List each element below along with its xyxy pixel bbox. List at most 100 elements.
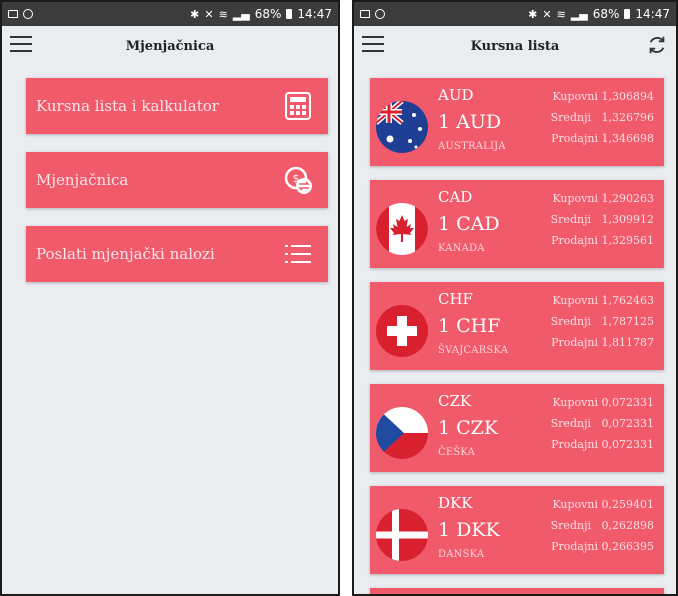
wifi-icon: ≋: [218, 7, 228, 21]
status-bar: ✱ ✕ ≋ ▂▄ 68% 14:47: [354, 2, 676, 26]
hamburger-menu-icon[interactable]: [10, 36, 32, 52]
whatsapp-notification-icon: [23, 9, 33, 19]
menu-item-label: Poslati mjenjački nalozi: [36, 245, 215, 263]
rate-card-partial[interactable]: [370, 588, 664, 594]
buy-rate: 0,072331: [601, 396, 655, 409]
list-icon: [285, 245, 311, 263]
currency-country: ŠVAJCARSKA: [438, 345, 509, 356]
mid-label: Srednji: [550, 417, 591, 430]
page-title: Mjenjačnica: [125, 38, 215, 54]
hamburger-menu-icon[interactable]: [362, 36, 384, 52]
buy-rate: 0,259401: [601, 498, 655, 511]
buy-rate: 1,290263: [601, 192, 655, 205]
clock: 14:47: [635, 7, 670, 21]
sell-rate: 1,329561: [601, 234, 655, 247]
right-screen: ✱ ✕ ≋ ▂▄ 68% 14:47 Kursna lista AUD 1 AU…: [352, 0, 678, 596]
currency-amount: 1 DKK: [438, 519, 500, 541]
currency-code: CHF: [438, 290, 473, 308]
sell-rate: 0,266395: [601, 540, 655, 553]
refresh-icon[interactable]: [646, 34, 668, 56]
menu-item-label: Kursna lista i kalkulator: [36, 97, 219, 115]
buy-label: Kupovni: [552, 294, 598, 307]
sell-label: Prodajni: [551, 540, 598, 553]
left-screen: ✱ ✕ ≋ ▂▄ 68% 14:47 Mjenjačnica Kursna li…: [0, 0, 340, 596]
calculator-icon: [285, 92, 311, 120]
menu-item-sent-orders[interactable]: Poslati mjenjački nalozi: [26, 226, 328, 282]
battery-percent: 68%: [592, 7, 620, 21]
mid-rate: 0,072331: [601, 417, 655, 430]
switzerland-flag-icon: [376, 305, 428, 357]
rate-card-aud[interactable]: AUD 1 AUD AUSTRALIJA Kupovni 1,306894 Sr…: [370, 78, 664, 166]
wifi-icon: ≋: [556, 7, 566, 21]
battery-icon: [624, 9, 631, 19]
battery-icon: [286, 9, 293, 19]
currency-country: ČEŠKA: [438, 447, 476, 458]
currency-exchange-icon: $: [284, 166, 312, 194]
currency-amount: 1 CHF: [438, 315, 501, 337]
sell-rate: 1,811787: [601, 336, 655, 349]
mid-label: Srednji: [550, 111, 591, 124]
bluetooth-icon: ✱: [528, 7, 538, 21]
rate-values: Kupovni 1,290263 Srednji 1,309912 Prodaj…: [551, 188, 654, 251]
rate-card-cad[interactable]: CAD 1 CAD KANADA Kupovni 1,290263 Srednj…: [370, 180, 664, 268]
currency-code: DKK: [438, 494, 473, 512]
sell-rate: 0,072331: [601, 438, 655, 451]
rate-card-czk[interactable]: CZK 1 CZK ČEŠKA Kupovni 0,072331 Srednji…: [370, 384, 664, 472]
currency-country: AUSTRALIJA: [438, 141, 506, 152]
menu-item-exchange-office[interactable]: Mjenjačnica $: [26, 152, 328, 208]
mid-rate: 0,262898: [601, 519, 655, 532]
currency-country: DANSKA: [438, 549, 485, 560]
buy-label: Kupovni: [552, 498, 598, 511]
currency-amount: 1 CZK: [438, 417, 499, 439]
mute-icon: ✕: [204, 7, 214, 21]
signal-icon: ▂▄: [570, 7, 588, 21]
australia-flag-icon: [376, 101, 428, 153]
rate-values: Kupovni 0,072331 Srednji 0,072331 Prodaj…: [551, 392, 654, 455]
currency-amount: 1 CAD: [438, 213, 500, 235]
rate-values: Kupovni 1,306894 Srednji 1,326796 Prodaj…: [551, 86, 654, 149]
czech-flag-icon: [376, 407, 428, 459]
buy-rate: 1,762463: [601, 294, 655, 307]
currency-code: CAD: [438, 188, 473, 206]
mid-label: Srednji: [550, 315, 591, 328]
buy-label: Kupovni: [552, 90, 598, 103]
battery-percent: 68%: [254, 7, 282, 21]
rate-card-dkk[interactable]: DKK 1 DKK DANSKA Kupovni 0,259401 Srednj…: [370, 486, 664, 574]
toolbar: Kursna lista: [354, 26, 676, 66]
gallery-notification-icon: [8, 10, 18, 18]
sell-label: Prodajni: [551, 336, 598, 349]
sell-rate: 1,346698: [601, 132, 655, 145]
mid-label: Srednji: [550, 213, 591, 226]
sell-label: Prodajni: [551, 132, 598, 145]
mid-label: Srednji: [550, 519, 591, 532]
rate-values: Kupovni 1,762463 Srednji 1,787125 Prodaj…: [551, 290, 654, 353]
menu-item-exchange-rates-calculator[interactable]: Kursna lista i kalkulator: [26, 78, 328, 134]
canada-flag-icon: [376, 203, 428, 255]
whatsapp-notification-icon: [375, 9, 385, 19]
gallery-notification-icon: [360, 10, 370, 18]
sell-label: Prodajni: [551, 234, 598, 247]
denmark-flag-icon: [376, 509, 428, 561]
bluetooth-icon: ✱: [190, 7, 200, 21]
mid-rate: 1,309912: [601, 213, 655, 226]
rate-values: Kupovni 0,259401 Srednji 0,262898 Prodaj…: [551, 494, 654, 557]
sell-label: Prodajni: [551, 438, 598, 451]
menu-item-label: Mjenjačnica: [36, 171, 129, 189]
signal-icon: ▂▄: [232, 7, 250, 21]
mid-rate: 1,326796: [601, 111, 655, 124]
currency-amount: 1 AUD: [438, 111, 502, 133]
buy-label: Kupovni: [552, 192, 598, 205]
status-bar: ✱ ✕ ≋ ▂▄ 68% 14:47: [2, 2, 338, 26]
currency-country: KANADA: [438, 243, 485, 254]
clock: 14:47: [297, 7, 332, 21]
currency-code: AUD: [438, 86, 474, 104]
toolbar: Mjenjačnica: [2, 26, 338, 66]
buy-label: Kupovni: [552, 396, 598, 409]
main-menu: Kursna lista i kalkulator Mjenjačnica $ …: [2, 66, 338, 282]
exchange-rate-list: AUD 1 AUD AUSTRALIJA Kupovni 1,306894 Sr…: [354, 66, 676, 594]
page-title: Kursna lista: [470, 38, 560, 54]
currency-code: CZK: [438, 392, 472, 410]
mid-rate: 1,787125: [601, 315, 655, 328]
buy-rate: 1,306894: [601, 90, 655, 103]
rate-card-chf[interactable]: CHF 1 CHF ŠVAJCARSKA Kupovni 1,762463 Sr…: [370, 282, 664, 370]
